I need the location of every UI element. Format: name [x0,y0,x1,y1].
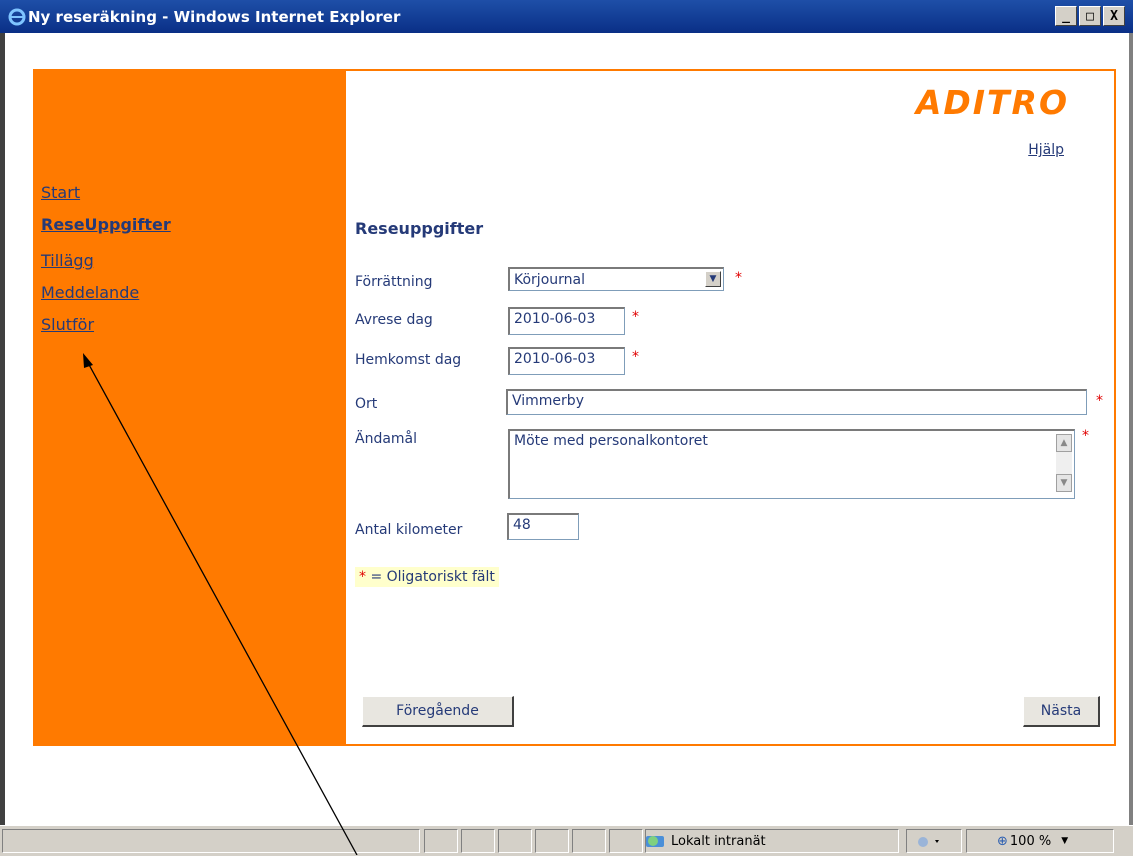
help-link[interactable]: Hjälp [1028,142,1064,158]
window-title: Ny reseräkning - Windows Internet Explor… [28,8,401,26]
aditro-logo: ADITRO [915,83,1069,122]
sidebar-item-reseuppgifter[interactable]: ReseUppgifter [41,215,171,234]
status-bar: Lokalt intranät ⊕ 100 % ▼ [0,825,1133,856]
sidebar-item-tillagg[interactable]: Tillägg [41,251,94,270]
ort-input[interactable]: Vimmerby [506,389,1087,415]
page-title: Reseuppgifter [355,219,484,238]
status-cell [535,829,569,853]
forrattning-select[interactable]: Körjournal ▼ [508,267,724,291]
forrattning-label: Förrättning [355,274,433,290]
status-cell [461,829,495,853]
window-controls: _ □ X [1055,6,1125,26]
sidebar: Start ReseUppgifter Tillägg Meddelande S… [35,71,346,744]
kilometer-input[interactable]: 48 [507,513,579,540]
scrollbar-track[interactable] [1056,452,1072,474]
next-button[interactable]: Nästa [1023,696,1100,727]
required-legend: * = Oligatoriskt fält [355,567,499,587]
window-frame-right [1129,33,1133,825]
scroll-down-icon[interactable]: ▼ [1056,474,1072,492]
ie-logo-icon [8,8,26,26]
status-cell [424,829,458,853]
sidebar-item-slutfor[interactable]: Slutför [41,315,94,334]
status-cell [498,829,532,853]
window-titlebar: Ny reseräkning - Windows Internet Explor… [0,0,1133,33]
status-cell [572,829,606,853]
page-container: Start ReseUppgifter Tillägg Meddelande S… [33,69,1116,746]
required-marker: * [1096,393,1103,409]
required-marker: * [359,569,366,585]
avrese-date-input[interactable]: 2010-06-03 [508,307,625,335]
hemkomst-date-input[interactable]: 2010-06-03 [508,347,625,375]
sidebar-item-start[interactable]: Start [41,183,80,202]
window-frame-left [0,33,5,825]
zone-label: Lokalt intranät [671,833,766,849]
required-marker: * [632,349,639,365]
status-cell [609,829,643,853]
required-marker: * [735,270,742,286]
minimize-button[interactable]: _ [1055,6,1077,26]
required-marker: * [632,309,639,325]
protected-mode-icon [918,837,939,847]
close-button[interactable]: X [1103,6,1125,26]
andamal-textarea[interactable]: Möte med personalkontoret ▲ ▼ [508,429,1075,499]
andamal-label: Ändamål [355,431,418,447]
forrattning-value: Körjournal [514,271,585,288]
hemkomst-label: Hemkomst dag [355,352,462,368]
maximize-button[interactable]: □ [1079,6,1101,26]
andamal-value: Möte med personalkontoret [514,433,708,449]
avrese-label: Avrese dag [355,312,433,328]
kilometer-label: Antal kilometer [355,522,463,538]
previous-button[interactable]: Föregående [362,696,514,727]
required-marker: * [1082,428,1089,444]
legend-text: = Oligatoriskt fält [370,569,495,585]
intranet-globe-icon [646,836,664,847]
security-zone[interactable]: Lokalt intranät [645,829,766,853]
chevron-down-icon[interactable]: ▼ [705,271,721,287]
scroll-up-icon[interactable]: ▲ [1056,434,1072,452]
zoom-icon: ⊕ [997,833,1008,849]
status-text-cell [2,829,420,853]
zoom-level: 100 % [1009,833,1052,849]
chevron-down-icon[interactable]: ▼ [1061,836,1068,846]
zoom-control[interactable]: ⊕ 100 % ▼ [997,829,1068,853]
sidebar-item-meddelande[interactable]: Meddelande [41,283,139,302]
ort-label: Ort [355,396,378,412]
